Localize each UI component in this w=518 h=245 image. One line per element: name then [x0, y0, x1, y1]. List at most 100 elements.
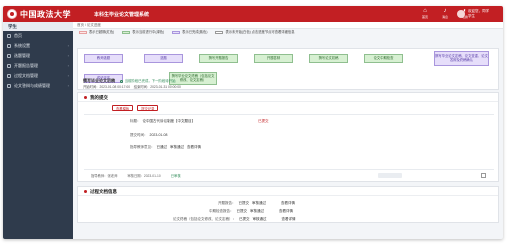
footer-audit-date: 审核日期：2023-01-10: [127, 174, 161, 178]
chevron-right-icon: ›: [67, 73, 69, 78]
doc-row-final: 论文终稿（包括论文修改、论文定稿）： 已提交 审核通过 查看详情: [173, 217, 295, 222]
bell-icon[interactable]: ♪ 消息: [438, 8, 452, 20]
university-logo: [7, 9, 17, 19]
row-label: 指导教师意见：: [130, 145, 155, 149]
footer-status: 已审核: [170, 174, 181, 178]
my-submission-card: 我的提交 查看模板 提交记录 标题： 论中国古代诉讼制度【中文题目】 已提交 提交…: [77, 92, 499, 182]
gear-icon: [7, 44, 11, 48]
chevron-right-icon: ›: [67, 53, 69, 58]
home-icon[interactable]: ⌂ 首页: [418, 8, 432, 20]
process-icon: [7, 74, 11, 78]
submission-time-row: 提交时间： 2023-01-08: [130, 133, 167, 138]
bullet-icon: [84, 95, 87, 99]
doc-detail-link[interactable]: 查看详情: [279, 209, 293, 213]
advisor-opinion-row: 指导教师意见： 已通过 审核通过 查看详情: [130, 145, 201, 150]
sidebar-item-label: 选题管理: [14, 53, 30, 58]
in-progress-swatch: [122, 30, 131, 35]
user-info[interactable]: 欢迎您，同学 学生: [468, 9, 489, 18]
status-legend: 表示已超期(红色) 表示当前进行中(绿色) 表示已完成(紫色) 表示未开始(白色…: [73, 29, 503, 36]
card-title: 我的提交: [90, 94, 108, 100]
legend-done: 表示已完成(紫色): [172, 29, 207, 36]
view-detail-link[interactable]: 查看详情: [187, 145, 201, 149]
qr-icon[interactable]: [481, 173, 486, 178]
chevron-right-icon: ›: [67, 83, 69, 88]
brand-name: 中国政法大学: [20, 9, 71, 19]
sidebar-item-label: 首页: [14, 33, 22, 38]
home-label: 首页: [421, 15, 428, 19]
user-greeting: 欢迎您，同学: [468, 9, 489, 13]
doc-status: 已提交: [236, 209, 247, 213]
submission-history-button[interactable]: 提交记录: [137, 105, 159, 111]
message-label: 消息: [441, 15, 448, 19]
end-label: 结束时间：: [133, 85, 151, 89]
user-role: 学生: [468, 13, 475, 18]
sidebar-item-process-docs[interactable]: 过程文档管理 ›: [3, 71, 73, 81]
flow-node-final-defense[interactable]: 撰写毕业论文定稿、论文查重、论文答辩及终稿确认: [434, 51, 489, 66]
view-template-button[interactable]: 查看模板: [112, 105, 134, 111]
legend-in-progress: 表示当前进行中(绿色): [122, 29, 164, 36]
legend-overdue: 表示已超期(红色): [79, 29, 114, 36]
flow-node-proposal[interactable]: 撰写开题报告: [199, 54, 238, 63]
start-date: 2023-01-08 00:17:00: [99, 85, 131, 89]
breadcrumb[interactable]: 首页 / 论文进度: [73, 22, 503, 29]
doc-status: 已提交: [238, 201, 249, 205]
done-swatch: [172, 30, 181, 35]
stage-dates: 开始时间：2023-01-08 00:17:00 结束时间：2023-01-31…: [83, 84, 181, 89]
flow-node-proposal-defense[interactable]: 开题答辩: [254, 54, 293, 63]
divider: [84, 169, 494, 170]
home-icon: [7, 34, 11, 38]
legend-label: 表示已超期(红色): [89, 30, 115, 34]
sidebar-item-home[interactable]: 首页: [3, 31, 73, 41]
submission-footer: 指导教师：张老师 审核日期：2023-01-10 已审核: [91, 173, 181, 178]
top-header: 中国政法大学 本科生毕业论文管理系统 ⌂ 首页 ♪ 消息 ◐ 切换 欢迎您，同学 学生: [3, 6, 503, 22]
not-started-swatch: [215, 30, 224, 35]
submission-state: 已提交: [258, 119, 269, 124]
sidebar-item-topic[interactable]: 选题管理 ›: [3, 51, 73, 61]
state-value: 已提交: [258, 119, 269, 123]
stage-status-text: 当前阶段已完成，下一阶段待开始: [124, 79, 176, 83]
flow-node-first-draft[interactable]: 撰写论文初稿: [309, 54, 348, 63]
submission-title-row: 标题： 论中国古代诉讼制度【中文题目】: [130, 119, 195, 124]
app-window: 中国政法大学 本科生毕业论文管理系统 ⌂ 首页 ♪ 消息 ◐ 切换 欢迎您，同学 学生…: [3, 6, 503, 239]
overdue-swatch: [79, 30, 87, 35]
card-title: 过程文档信息: [90, 188, 117, 194]
row-label: 标题：: [130, 119, 141, 123]
doc-label: 中期检查报告：: [209, 209, 234, 213]
doc-audit: 审核通过: [249, 209, 264, 213]
defense-icon: [7, 84, 11, 88]
doc-status: 已提交: [238, 217, 250, 221]
doc-detail-link[interactable]: 查看详情: [281, 217, 295, 221]
sidebar-item-proposal[interactable]: 开题报告管理 ›: [3, 61, 73, 71]
row-label: 提交时间：: [130, 133, 148, 137]
legend-not-started: 表示未开始(白色) 点击进度节点可查看详细信息: [215, 29, 295, 36]
card-header: 我的提交: [78, 93, 498, 102]
doc-audit: 审核通过: [251, 201, 266, 205]
row-value: 2023-01-08: [149, 133, 168, 137]
stage-title-text: 撰写毕业论文初稿: [83, 78, 115, 83]
sidebar: 学生 首页 系统设置 › 选题管理 › 开题报告管理 › 过程文档管理 › 论文…: [3, 22, 73, 239]
doc-row-midterm: 中期检查报告： 已提交 审核通过 查看详情: [209, 209, 293, 214]
start-label: 开始时间：: [83, 85, 100, 89]
avatar[interactable]: [457, 10, 465, 18]
doc-row-proposal: 开题报告： 已提交 审核通过 查看详情: [218, 201, 295, 206]
flow-node-midterm-check[interactable]: 论文中期检查: [364, 54, 403, 63]
end-date: 2023-01-31 00:00:00: [150, 85, 181, 89]
sidebar-item-label: 论文答辩与成绩管理: [14, 83, 50, 88]
check-icon: [120, 79, 124, 83]
flow-node-teacher-topic[interactable]: 教师选题: [84, 54, 123, 63]
doc-label: 开题报告：: [218, 201, 236, 205]
flow-node-topic-selection[interactable]: 选题: [144, 54, 183, 63]
audit-state: 审核通过: [169, 145, 184, 149]
row-value: 已通过: [156, 145, 168, 149]
sidebar-item-settings[interactable]: 系统设置 ›: [3, 41, 73, 51]
legend-label: 表示当前进行中(绿色): [132, 30, 165, 34]
doc-detail-link[interactable]: 查看详情: [281, 201, 295, 205]
card-actions: 查看模板 提交记录: [112, 105, 159, 111]
sidebar-item-label: 开题报告管理: [14, 63, 38, 68]
bullet-icon: [84, 189, 87, 193]
sidebar-item-defense[interactable]: 论文答辩与成绩管理 ›: [3, 81, 73, 91]
topic-icon: [7, 54, 11, 58]
divider: [84, 114, 494, 115]
report-icon: [7, 64, 11, 68]
system-name: 本科生毕业论文管理系统: [94, 12, 150, 18]
